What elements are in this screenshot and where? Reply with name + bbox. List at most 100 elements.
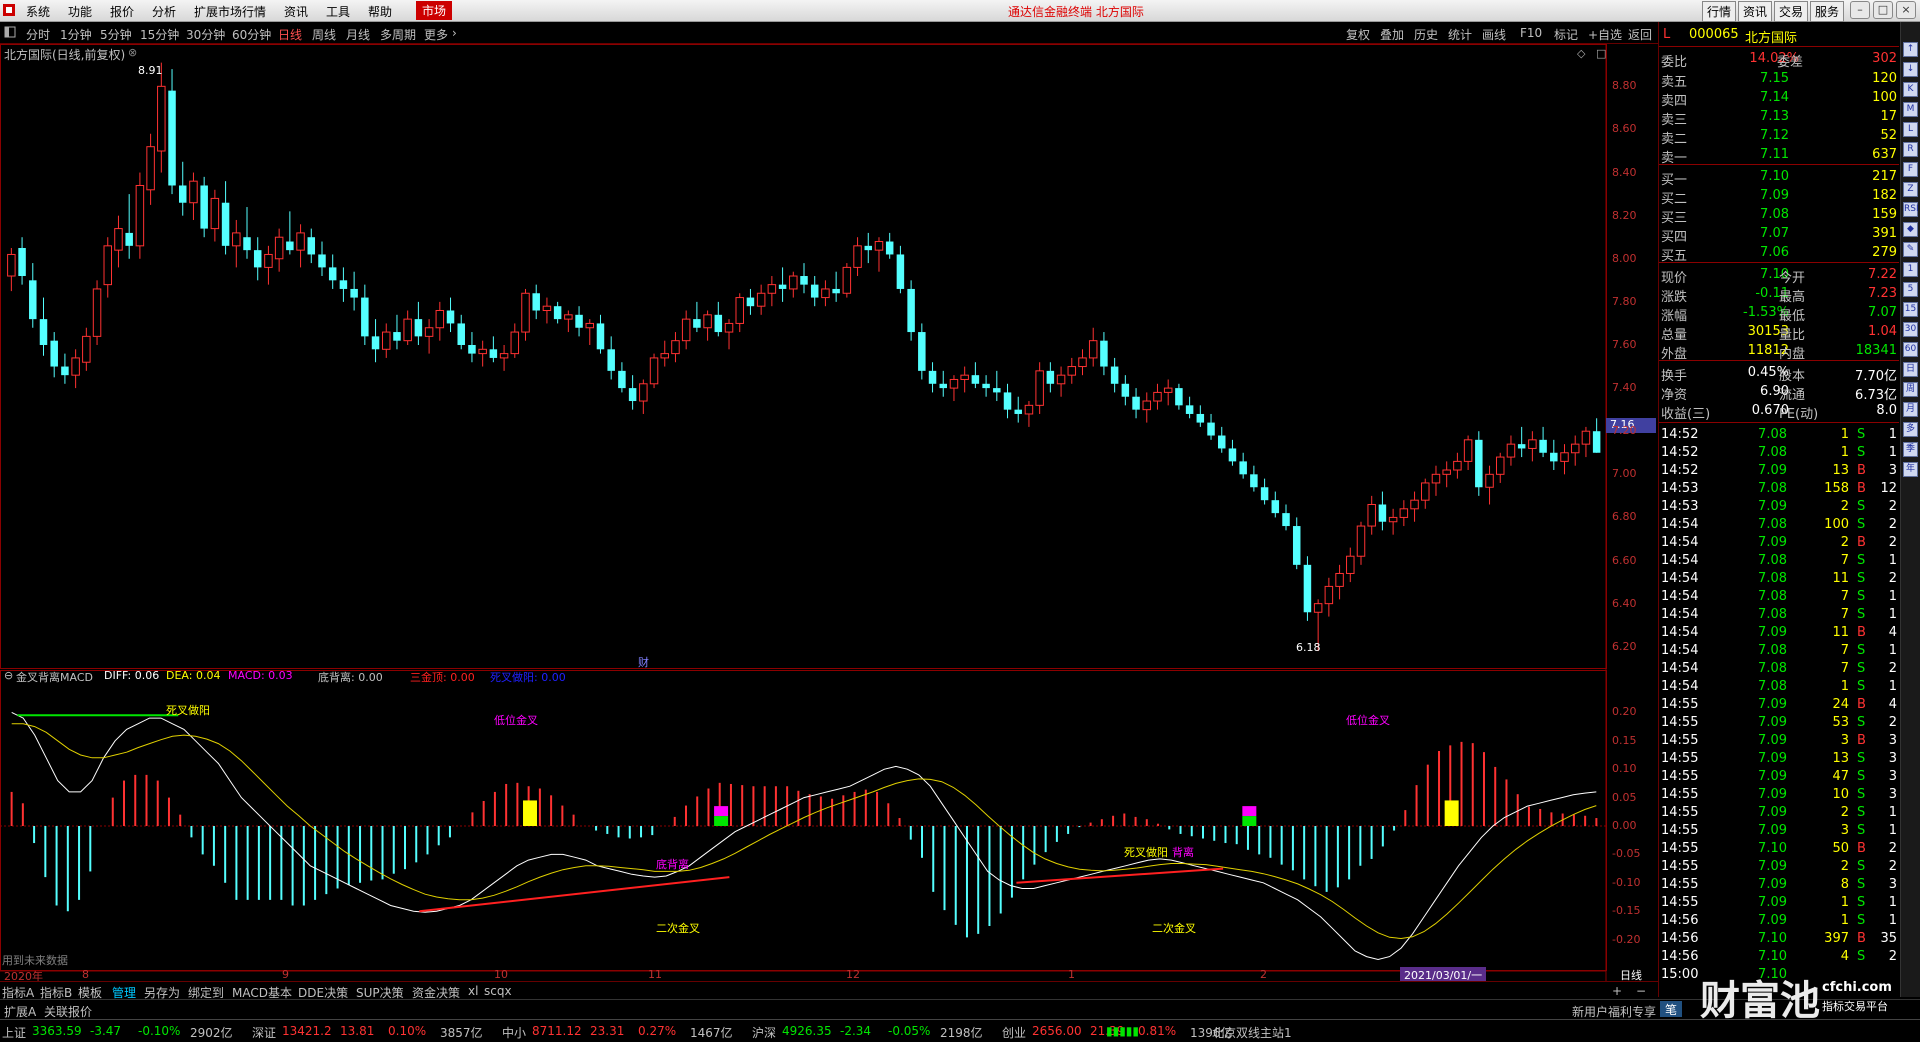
side-tool-button[interactable]: K	[1903, 82, 1918, 97]
candle-body	[821, 288, 830, 299]
candle-body	[842, 266, 852, 294]
side-tool-button[interactable]: 日	[1903, 362, 1918, 377]
quote-cell: 7.09	[1758, 733, 1787, 748]
quote-cell: 7.07	[1760, 226, 1789, 241]
period-tab-more[interactable]: 更多	[424, 26, 448, 43]
candle-body	[1463, 439, 1473, 462]
tick-row: 14:56 7.09 1 S 1	[1659, 912, 1899, 930]
period-tab-5min[interactable]: 5分钟	[100, 26, 132, 43]
side-tool-button[interactable]: L	[1903, 122, 1918, 137]
quote-cell: B	[1857, 625, 1866, 640]
tool-add-watch[interactable]: +自选	[1588, 26, 1622, 43]
top-button-service[interactable]: 服务	[1810, 1, 1845, 22]
main-chart-border	[0, 44, 1607, 669]
index-change: 13.81	[340, 1024, 375, 1038]
menu-item-function[interactable]: 功能	[68, 3, 92, 20]
macd-collapse-icon[interactable]: ⊖	[4, 669, 13, 682]
side-tool-button[interactable]: 1	[1903, 262, 1918, 277]
side-tool-button[interactable]: F	[1903, 162, 1918, 177]
candle-body	[1088, 340, 1098, 359]
period-tab-15min[interactable]: 15分钟	[140, 26, 179, 43]
zoom-in-icon[interactable]: +	[1612, 984, 1622, 998]
side-tool-button[interactable]: ↑	[1903, 42, 1918, 57]
tool-mark[interactable]: 标记	[1554, 26, 1578, 43]
ext-related-quote[interactable]: 关联报价	[44, 1003, 92, 1020]
side-tool-button[interactable]: 60	[1903, 342, 1918, 357]
side-tool-button[interactable]: 年	[1903, 462, 1918, 477]
side-tool-button[interactable]: M	[1903, 102, 1918, 117]
buy-level-row: 买一 7.10 217	[1659, 168, 1899, 188]
menu-item-help[interactable]: 帮助	[368, 3, 392, 20]
menu-item-tools[interactable]: 工具	[326, 3, 350, 20]
server-status[interactable]: 北京双线主站1	[1212, 1024, 1292, 1041]
candle-body	[832, 288, 840, 294]
period-tab-1min[interactable]: 1分钟	[60, 26, 92, 43]
tool-stats[interactable]: 统计	[1448, 26, 1472, 43]
index-status-bar: 上证 3363.59 -3.47 -0.10% 2902亿 深证 13421.2 13.81 0…	[0, 1019, 1920, 1042]
candle-body	[1132, 396, 1140, 410]
tool-adjust[interactable]: 复权	[1346, 26, 1370, 43]
period-tab-weekly[interactable]: 周线	[312, 26, 336, 43]
quote-cell: 3	[1840, 823, 1849, 838]
side-tool-button[interactable]: 5	[1903, 282, 1918, 297]
tool-f10[interactable]: F10	[1520, 26, 1542, 40]
period-tab-intraday[interactable]: 分时	[26, 26, 50, 43]
period-tab-multi[interactable]: 多周期	[380, 26, 416, 43]
top-button-quotes[interactable]: 行情	[1702, 1, 1737, 22]
pen-tab[interactable]: 笔	[1660, 1001, 1682, 1017]
quote-cell: 1	[1840, 895, 1849, 910]
chart-maximize-icon[interactable]: □	[1596, 47, 1606, 60]
side-tool-button[interactable]: 30	[1903, 322, 1918, 337]
minimize-icon[interactable]: –	[1850, 1, 1870, 19]
close-chart-icon[interactable]: ⊗	[128, 46, 137, 59]
side-tool-button[interactable]: 季	[1903, 442, 1918, 457]
period-tab-monthly[interactable]: 月线	[346, 26, 370, 43]
top-button-news[interactable]: 资讯	[1738, 1, 1773, 22]
zoom-out-icon[interactable]: −	[1636, 984, 1646, 998]
quote-cell: 14:53	[1661, 499, 1699, 514]
side-tool-button[interactable]: 15	[1903, 302, 1918, 317]
close-icon[interactable]: ×	[1896, 1, 1916, 19]
tab-scqx[interactable]: scqx	[484, 984, 512, 998]
chart-settings-icon[interactable]: ◇	[1577, 47, 1585, 60]
tool-back[interactable]: 返回	[1628, 26, 1652, 43]
cai-marker[interactable]: 财	[638, 654, 649, 670]
market-button[interactable]: 市场	[416, 1, 453, 20]
side-tool-button[interactable]: ◆	[1903, 222, 1918, 237]
side-tool-button[interactable]: R	[1903, 142, 1918, 157]
side-tool-button[interactable]: 月	[1903, 402, 1918, 417]
macd-tick-label: -0.05	[1612, 847, 1641, 861]
chevron-right-icon[interactable]: ›	[452, 26, 457, 40]
new-user-promo[interactable]: 新用户福利专享	[1572, 1003, 1656, 1020]
tool-history[interactable]: 历史	[1414, 26, 1438, 43]
tick-row: 14:54 7.08 7 S 1	[1659, 552, 1899, 570]
index-value: 8711.12	[532, 1024, 582, 1038]
quote-stat-row: 外盘 11812 内盘 18341	[1659, 342, 1899, 362]
ext-tab-a[interactable]: 扩展A	[4, 1003, 36, 1020]
index-name: 上证	[2, 1026, 27, 1040]
menu-item-analysis[interactable]: 分析	[152, 3, 176, 20]
maximize-icon[interactable]: □	[1873, 1, 1893, 19]
menu-item-news[interactable]: 资讯	[284, 3, 308, 20]
candle-body	[307, 237, 316, 255]
tool-overlay[interactable]: 叠加	[1380, 26, 1404, 43]
macd-indicator-name[interactable]: 金叉背离MACD	[16, 669, 93, 685]
panel-toggle-icon[interactable]	[4, 26, 16, 41]
top-button-trade[interactable]: 交易	[1774, 1, 1809, 22]
menu-item-quote[interactable]: 报价	[110, 3, 134, 20]
side-tool-button[interactable]: ✎	[1903, 242, 1918, 257]
side-tool-button[interactable]: 多	[1903, 422, 1918, 437]
quote-cell: PE(动)	[1779, 407, 1819, 422]
tab-xl[interactable]: xl	[468, 984, 478, 998]
side-tool-button[interactable]: ↓	[1903, 62, 1918, 77]
side-tool-button[interactable]: RSI	[1903, 202, 1919, 217]
side-tool-button[interactable]: Z	[1903, 182, 1918, 197]
period-tab-30min[interactable]: 30分钟	[186, 26, 225, 43]
tool-draw[interactable]: 画线	[1482, 26, 1506, 43]
chart-area[interactable]	[0, 44, 1658, 981]
menu-item-system[interactable]: 系统	[26, 3, 50, 20]
period-tab-daily[interactable]: 日线	[278, 26, 302, 43]
side-tool-button[interactable]: 周	[1903, 382, 1918, 397]
period-tab-60min[interactable]: 60分钟	[232, 26, 271, 43]
menu-item-ext-market[interactable]: 扩展市场行情	[194, 3, 266, 20]
